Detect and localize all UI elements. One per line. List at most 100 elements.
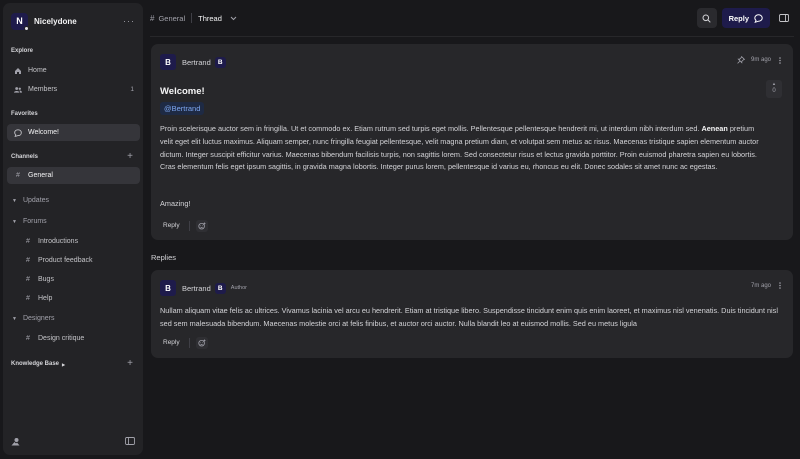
avatar[interactable]: B bbox=[160, 280, 176, 296]
breadcrumb-divider bbox=[191, 13, 193, 23]
sidebar-item-label: Product feedback bbox=[38, 257, 93, 264]
sidebar-item-general[interactable]: # General bbox=[7, 167, 140, 184]
author-badge: B bbox=[214, 56, 226, 68]
main-post-card: B Bertrand B 9m ago ▲ 0 Welcome! @Bertra… bbox=[151, 44, 793, 240]
kebab-icon[interactable] bbox=[779, 56, 781, 64]
chevron-down-icon: ▼ bbox=[12, 218, 17, 225]
author-tag: Author bbox=[230, 285, 247, 291]
sidebar-item-label: General bbox=[28, 172, 53, 179]
sidebar-item-home[interactable]: Home bbox=[7, 62, 140, 79]
hash-icon: # bbox=[26, 335, 30, 342]
hash-icon: # bbox=[26, 238, 30, 245]
caret-right-icon: ▶ bbox=[62, 361, 66, 367]
group-label: Forums bbox=[22, 218, 47, 225]
members-icon bbox=[14, 86, 22, 94]
sidebar-item-members[interactable]: Members 1 bbox=[7, 81, 140, 98]
workspace-initial: N bbox=[16, 16, 23, 26]
group-designers[interactable]: ▼ Designers bbox=[12, 315, 54, 322]
reply-timestamp: 7m ago bbox=[750, 282, 771, 289]
reply-button[interactable]: Reply bbox=[721, 8, 770, 28]
thread-header: # General Thread Reply bbox=[150, 7, 794, 29]
post-actions: Reply bbox=[160, 220, 208, 232]
author-name[interactable]: Bertrand bbox=[182, 284, 211, 293]
action-divider bbox=[188, 338, 190, 348]
layout-button[interactable] bbox=[774, 8, 794, 28]
members-count: 1 bbox=[130, 86, 134, 93]
reply-bubble-icon bbox=[749, 13, 763, 23]
group-label: Designers bbox=[22, 315, 55, 322]
favorites-title: Favorites bbox=[11, 111, 38, 117]
hash-icon: # bbox=[26, 295, 30, 302]
hash-icon: # bbox=[150, 13, 155, 23]
emoji-add-icon[interactable] bbox=[195, 220, 208, 232]
reply-button-label: Reply bbox=[728, 13, 749, 23]
hash-icon: # bbox=[26, 257, 30, 264]
post-closing: Amazing! bbox=[160, 199, 191, 208]
knowledge-base-section[interactable]: Knowledge Base ▶ bbox=[11, 361, 65, 367]
reply-meta: 7m ago bbox=[745, 282, 781, 289]
sidebar-item-label: Bugs bbox=[38, 276, 54, 283]
sidebar-item-label: Home bbox=[28, 67, 47, 74]
post-author: B Bertrand B bbox=[160, 54, 226, 70]
chevron-down-icon[interactable] bbox=[230, 16, 237, 21]
explore-title: Explore bbox=[11, 48, 34, 54]
post-timestamp: 9m ago bbox=[750, 57, 771, 63]
sidebar-item-label: Help bbox=[38, 295, 53, 302]
breadcrumb-thread: Thread bbox=[198, 13, 222, 23]
search-icon bbox=[702, 14, 711, 23]
post-body-bold: Aenean bbox=[701, 124, 728, 133]
sidebar: N Nicelydone ··· Explore Home Members 1 … bbox=[3, 3, 143, 455]
group-updates[interactable]: ▼ Updates bbox=[12, 197, 49, 204]
hash-icon: # bbox=[16, 172, 20, 179]
group-label: Updates bbox=[22, 197, 50, 204]
avatar[interactable]: B bbox=[160, 54, 176, 70]
hash-icon: # bbox=[26, 276, 30, 283]
workspace-avatar: N bbox=[11, 12, 29, 31]
layout-icon bbox=[779, 14, 789, 22]
sidebar-item-product-feedback[interactable]: # Product feedback bbox=[7, 252, 140, 269]
sidebar-item-bugs[interactable]: # Bugs bbox=[7, 271, 140, 288]
sidebar-item-label: Design critique bbox=[38, 335, 85, 342]
author-name[interactable]: Bertrand bbox=[182, 58, 211, 67]
home-icon bbox=[14, 67, 22, 75]
sidebar-item-label: Members bbox=[28, 86, 58, 93]
sidebar-toggle-icon[interactable] bbox=[125, 437, 135, 446]
mention-chip[interactable]: @Bertrand bbox=[160, 102, 205, 115]
sidebar-item-help[interactable]: # Help bbox=[7, 290, 140, 307]
author-badge: B bbox=[214, 282, 226, 294]
reply-actions: Reply bbox=[160, 337, 208, 349]
post-body-lead: Proin scelerisque auctor sem in fringill… bbox=[160, 124, 700, 133]
post-body: Proin scelerisque auctor sem in fringill… bbox=[160, 123, 762, 174]
post-title: Welcome! bbox=[160, 86, 205, 97]
add-channel-button[interactable]: + bbox=[127, 152, 133, 162]
reply-body: Nullam aliquam vitae felis ac ultrices. … bbox=[160, 306, 778, 328]
sidebar-item-design-critique[interactable]: # Design critique bbox=[7, 330, 140, 347]
knowledge-base-title: Knowledge Base bbox=[11, 361, 60, 367]
emoji-add-icon[interactable] bbox=[195, 337, 208, 349]
breadcrumb-channel[interactable]: General bbox=[158, 14, 185, 23]
reply-card: B Bertrand B Author 7m ago Nullam aliqua… bbox=[151, 270, 793, 358]
chat-icon bbox=[14, 128, 22, 137]
kebab-icon[interactable] bbox=[779, 282, 781, 289]
reply-author: B Bertrand B Author bbox=[160, 280, 247, 296]
header-actions: Reply bbox=[696, 7, 794, 29]
sidebar-footer bbox=[11, 437, 135, 446]
pin-icon[interactable] bbox=[737, 56, 745, 64]
reply-action-button[interactable]: Reply bbox=[160, 337, 183, 349]
more-icon[interactable]: ··· bbox=[123, 16, 135, 26]
arrow-up-icon: ▲ bbox=[772, 81, 776, 86]
reply-action-button[interactable]: Reply bbox=[160, 220, 183, 232]
sidebar-item-label: Welcome! bbox=[28, 129, 59, 136]
search-button[interactable] bbox=[696, 8, 717, 28]
chevron-down-icon: ▼ bbox=[12, 197, 17, 204]
sidebar-item-welcome[interactable]: Welcome! bbox=[7, 124, 140, 141]
group-forums[interactable]: ▼ Forums bbox=[12, 218, 47, 225]
upvote-button[interactable]: ▲ 0 bbox=[766, 80, 782, 98]
sidebar-item-introductions[interactable]: # Introductions bbox=[7, 233, 140, 250]
chevron-down-icon: ▼ bbox=[12, 315, 17, 322]
workspace-name: Nicelydone bbox=[34, 16, 77, 26]
workspace-switcher[interactable]: N Nicelydone ··· bbox=[11, 11, 135, 31]
add-knowledge-base-button[interactable]: + bbox=[127, 359, 133, 369]
theme-icon[interactable] bbox=[11, 437, 20, 446]
replies-heading: Replies bbox=[151, 253, 177, 262]
